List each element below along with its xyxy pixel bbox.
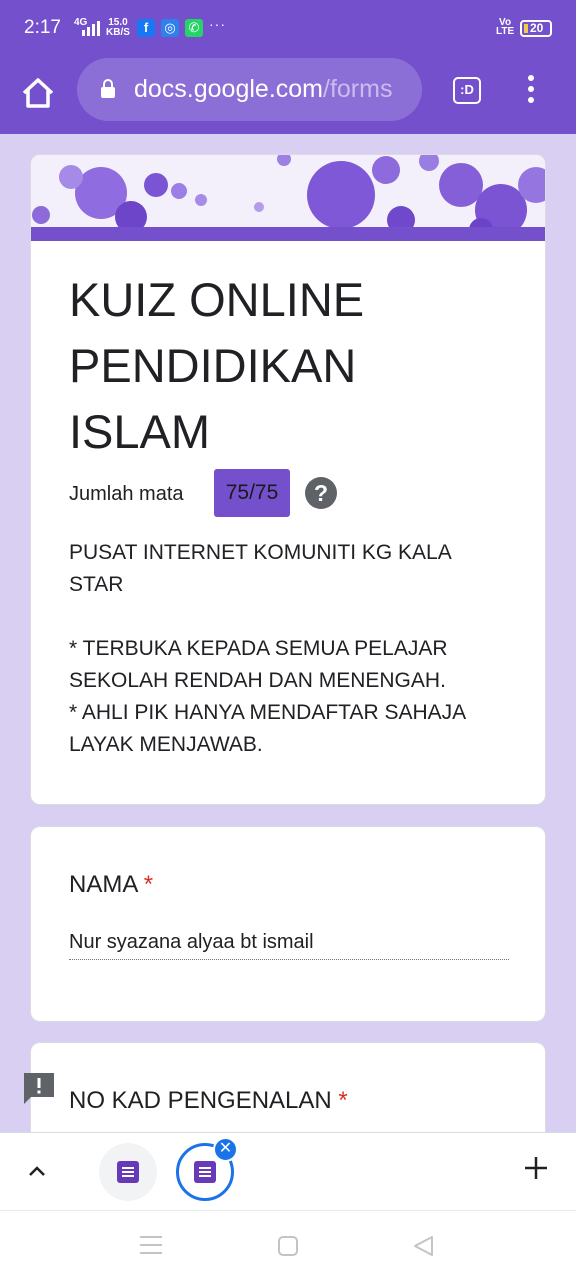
url-text: docs.google.com/forms <box>134 75 392 104</box>
answer-field[interactable]: Nur syazana alyaa bt ismail <box>69 931 509 960</box>
help-icon[interactable]: ? <box>305 477 337 509</box>
form-header-card: KUIZ ONLINE PENDIDIKAN ISLAM Jumlah mata… <box>30 154 546 805</box>
speed-unit: KB/S <box>106 27 130 38</box>
network-speed: 15.0 KB/S <box>106 18 130 38</box>
whatsapp-icon: ✆ <box>185 19 203 37</box>
messenger-icon: ◎ <box>161 19 179 37</box>
form-description: PUSAT INTERNET KOMUNITI KG KALA STAR * T… <box>69 541 465 756</box>
tab-strip <box>0 1132 576 1210</box>
recents-icon[interactable] <box>140 1236 162 1254</box>
volte-indicator: Vo LTE <box>496 18 515 37</box>
tab-switcher-button[interactable]: :D <box>453 77 481 104</box>
signal-icon <box>82 20 100 36</box>
url-host: docs.google.com <box>134 75 324 103</box>
question-card-nama: NAMA * Nur syazana alyaa bt ismail <box>30 826 546 1022</box>
system-nav-bar <box>0 1210 576 1280</box>
score-label: Jumlah mata <box>69 483 184 505</box>
question-title-text: NAMA <box>69 871 138 898</box>
score-badge: 75/75 <box>214 469 290 517</box>
status-bar: 2:17 4G 15.0 KB/S f ◎ ✆ ··· Vo LTE 20 <box>0 0 576 58</box>
facebook-icon: f <box>137 19 155 37</box>
lock-icon <box>101 79 115 98</box>
score-row: Jumlah mata 75/75 ? <box>69 469 509 517</box>
required-mark: * <box>143 871 154 898</box>
battery-icon: 20 <box>520 20 552 37</box>
back-icon[interactable] <box>412 1235 434 1257</box>
url-path: /forms <box>323 75 393 103</box>
home-nav-icon[interactable] <box>278 1236 298 1256</box>
battery-level: 20 <box>530 21 544 35</box>
browser-toolbar: docs.google.com/forms :D <box>0 58 576 134</box>
accent-bar <box>31 227 545 241</box>
question-title-text: NO KAD PENGENALAN <box>69 1087 332 1114</box>
question-title: NAMA * <box>69 871 153 899</box>
question-title: NO KAD PENGENALAN * <box>69 1087 348 1115</box>
more-notifications-icon: ··· <box>209 16 226 32</box>
url-bar[interactable]: docs.google.com/forms <box>77 58 422 121</box>
forms-icon <box>117 1161 139 1183</box>
status-time: 2:17 <box>24 17 61 38</box>
home-icon[interactable] <box>18 73 58 113</box>
forms-icon <box>194 1161 216 1183</box>
required-mark: * <box>338 1087 348 1114</box>
volte-bottom: LTE <box>496 26 515 37</box>
overflow-menu-icon[interactable] <box>526 75 536 107</box>
chevron-up-icon[interactable] <box>25 1159 49 1183</box>
close-tab-icon[interactable]: ✕ <box>213 1137 238 1162</box>
tab-thumbnail[interactable] <box>99 1143 157 1201</box>
plus-icon[interactable] <box>522 1154 550 1182</box>
form-title: KUIZ ONLINE PENDIDIKAN ISLAM <box>69 273 365 458</box>
report-icon[interactable] <box>22 1071 56 1105</box>
